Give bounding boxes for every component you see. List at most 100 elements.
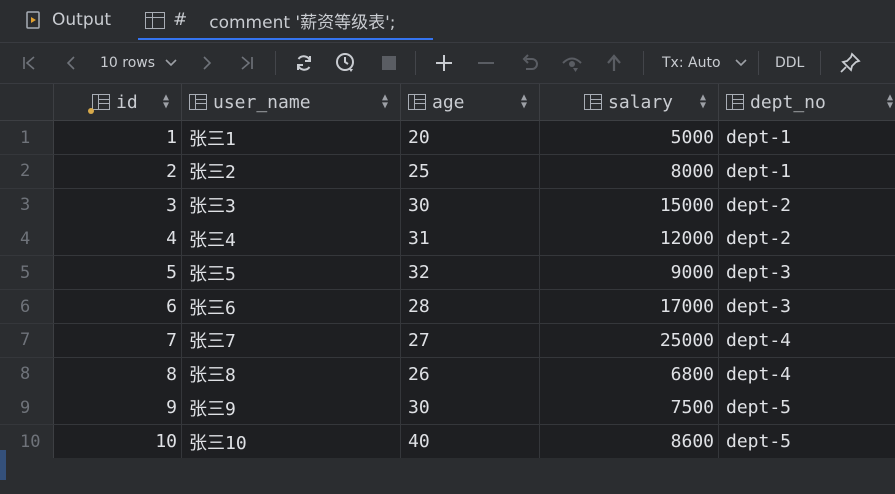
cell-id[interactable]: 8	[54, 357, 182, 391]
cell-user-name[interactable]: 张三4	[182, 222, 401, 256]
stop-icon[interactable]	[378, 43, 400, 83]
cell-user-name[interactable]: 张三10	[182, 425, 401, 459]
cell-age[interactable]: 31	[401, 222, 540, 256]
cell-id[interactable]: 9	[54, 391, 182, 425]
tab-result-label: comment '薪资等级表';	[209, 12, 396, 33]
table-row[interactable]: 9 9 张三9 30 7500 dept-5	[0, 391, 895, 426]
cell-salary[interactable]: 6800	[540, 357, 719, 391]
column-key-icon	[88, 94, 110, 114]
cell-salary[interactable]: 9000	[540, 256, 719, 290]
cell-user-name[interactable]: 张三9	[182, 391, 401, 425]
cell-user-name[interactable]: 张三5	[182, 256, 401, 290]
column-header-age[interactable]: age ▲ ▼	[401, 84, 540, 120]
cell-user-name[interactable]: 张三3	[182, 188, 401, 222]
cell-age[interactable]: 30	[401, 391, 540, 425]
sort-icon[interactable]: ▲ ▼	[382, 93, 388, 111]
cell-age[interactable]: 26	[401, 357, 540, 391]
row-number: 5	[0, 256, 54, 290]
toolbar: 10 rows Tx: Auto DDL	[0, 42, 895, 84]
column-header-label: dept_no	[750, 91, 826, 113]
delete-row-icon[interactable]	[475, 43, 497, 83]
cell-user-name[interactable]: 张三8	[182, 357, 401, 391]
cell-age[interactable]: 40	[401, 425, 540, 459]
refresh-icon[interactable]	[292, 43, 316, 83]
table-row[interactable]: 4 4 张三4 31 12000 dept-2	[0, 222, 895, 257]
next-page-icon[interactable]	[196, 43, 218, 83]
column-icon	[726, 94, 744, 110]
cell-dept-no[interactable]: dept-3	[719, 290, 895, 323]
cell-dept-no[interactable]: dept-2	[719, 222, 895, 255]
transaction-mode-select[interactable]: Tx: Auto	[662, 43, 747, 83]
table-row[interactable]: 7 7 张三7 27 25000 dept-4	[0, 323, 895, 358]
cell-age[interactable]: 32	[401, 256, 540, 290]
cell-age[interactable]: 25	[401, 154, 540, 188]
table-row[interactable]: 3 3 张三3 30 15000 dept-2	[0, 188, 895, 223]
cell-id[interactable]: 1	[54, 121, 182, 154]
cell-salary[interactable]: 15000	[540, 188, 719, 222]
cell-id[interactable]: 6	[54, 290, 182, 323]
cell-dept-no[interactable]: dept-4	[719, 324, 895, 357]
cell-salary[interactable]: 8000	[540, 154, 719, 188]
column-header-salary[interactable]: salary ▲ ▼	[540, 84, 719, 120]
cell-user-name[interactable]: 张三1	[182, 121, 401, 154]
cell-user-name[interactable]: 张三7	[182, 323, 401, 357]
cell-age[interactable]: 27	[401, 323, 540, 357]
cell-id[interactable]: 7	[54, 323, 182, 357]
sort-icon[interactable]: ▲ ▼	[887, 93, 893, 111]
cell-salary[interactable]: 12000	[540, 222, 719, 256]
table-row[interactable]: 1 1 张三1 20 5000 dept-1	[0, 121, 895, 155]
column-header-label: salary	[608, 91, 674, 113]
table-row[interactable]: 5 5 张三5 32 9000 dept-3	[0, 256, 895, 291]
tab-output[interactable]: Output	[26, 0, 111, 40]
cell-age[interactable]: 20	[401, 121, 540, 154]
rows-per-page-select[interactable]: 10 rows	[100, 43, 177, 83]
cell-salary[interactable]: 8600	[540, 425, 719, 459]
cell-dept-no[interactable]: dept-3	[719, 256, 895, 289]
tab-output-label: Output	[52, 10, 112, 30]
cell-user-name[interactable]: 张三6	[182, 290, 401, 323]
cell-dept-no[interactable]: dept-1	[719, 121, 895, 154]
row-number: 4	[0, 222, 54, 256]
cell-dept-no[interactable]: dept-1	[719, 155, 895, 188]
first-page-icon[interactable]	[18, 43, 40, 83]
cell-dept-no[interactable]: dept-2	[719, 189, 895, 222]
row-number: 7	[0, 323, 54, 357]
revert-icon[interactable]	[518, 43, 542, 83]
table-row[interactable]: 6 6 张三6 28 17000 dept-3	[0, 290, 895, 324]
chevron-down-icon	[734, 59, 747, 67]
cell-id[interactable]: 3	[54, 188, 182, 222]
cell-salary[interactable]: 5000	[540, 121, 719, 154]
cell-age[interactable]: 30	[401, 188, 540, 222]
preview-icon[interactable]	[560, 43, 584, 83]
prev-page-icon[interactable]	[60, 43, 82, 83]
column-header-user-name[interactable]: user_name ▲ ▼	[182, 84, 401, 120]
tab-result[interactable]: # comment '薪资等级表';	[145, 0, 396, 40]
sort-icon[interactable]: ▲ ▼	[521, 93, 527, 111]
cell-salary[interactable]: 25000	[540, 323, 719, 357]
column-header-id[interactable]: id ▲ ▼	[54, 84, 182, 120]
table-row[interactable]: 8 8 张三8 26 6800 dept-4	[0, 357, 895, 392]
history-icon[interactable]	[333, 43, 359, 83]
sort-icon[interactable]: ▲ ▼	[163, 93, 169, 111]
table-row[interactable]: 2 2 张三2 25 8000 dept-1	[0, 154, 895, 189]
column-icon	[584, 94, 602, 110]
cell-id[interactable]: 10	[54, 425, 182, 459]
pin-icon[interactable]	[838, 43, 862, 83]
last-page-icon[interactable]	[236, 43, 258, 83]
sort-icon[interactable]: ▲ ▼	[700, 93, 706, 111]
cell-id[interactable]: 4	[54, 222, 182, 256]
cell-dept-no[interactable]: dept-5	[719, 425, 895, 458]
table-row[interactable]: 10 10 张三10 40 8600 dept-5	[0, 425, 895, 460]
cell-salary[interactable]: 7500	[540, 391, 719, 425]
cell-id[interactable]: 2	[54, 154, 182, 188]
cell-id[interactable]: 5	[54, 256, 182, 290]
submit-icon[interactable]	[603, 43, 625, 83]
column-header-dept-no[interactable]: dept_no ▲ ▼	[719, 84, 895, 120]
add-row-icon[interactable]	[432, 43, 456, 83]
cell-salary[interactable]: 17000	[540, 290, 719, 323]
cell-dept-no[interactable]: dept-5	[719, 391, 895, 424]
cell-user-name[interactable]: 张三2	[182, 154, 401, 188]
cell-dept-no[interactable]: dept-4	[719, 358, 895, 391]
cell-age[interactable]: 28	[401, 290, 540, 323]
ddl-button[interactable]: DDL	[775, 43, 804, 83]
